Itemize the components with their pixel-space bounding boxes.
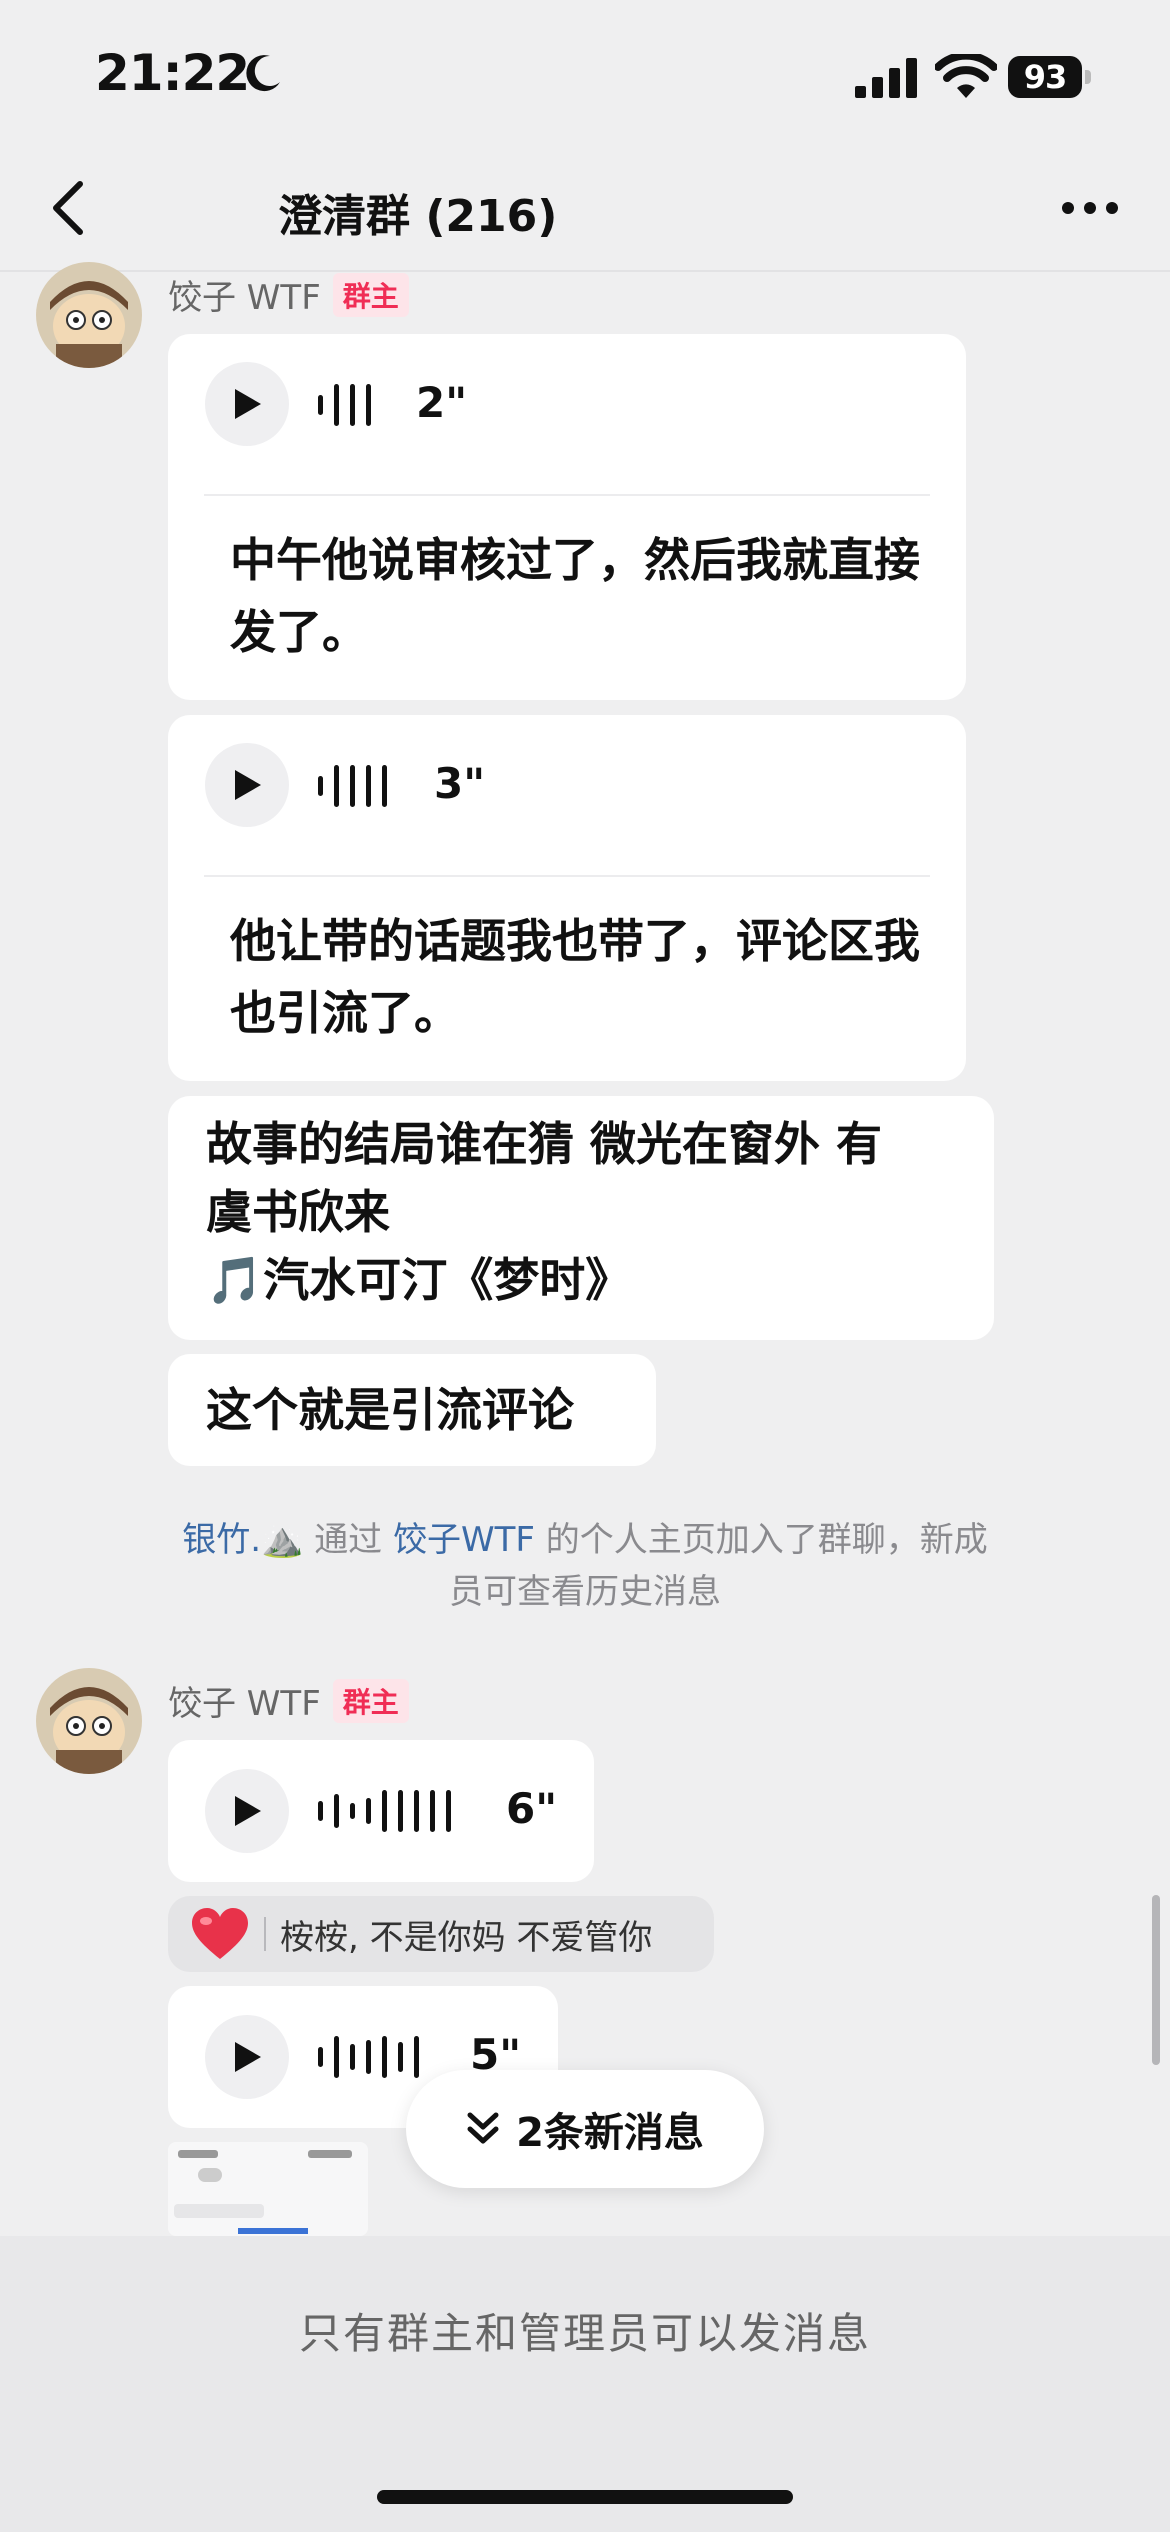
- home-indicator[interactable]: [377, 2490, 793, 2504]
- waveform-icon: [318, 1790, 451, 1832]
- owner-badge: 群主: [332, 1678, 409, 1723]
- play-icon: [235, 389, 261, 419]
- voice-message[interactable]: 6": [168, 1740, 594, 1882]
- voice-duration: 3": [434, 759, 486, 808]
- play-icon: [235, 2042, 261, 2072]
- new-messages-label: 2条新消息: [516, 2110, 704, 2156]
- user-link[interactable]: 银竹.⛰️: [182, 1520, 303, 1560]
- back-arrow-icon[interactable]: [48, 178, 88, 238]
- system-notice: 银竹.⛰️ 通过 饺子WTF 的个人主页加入了群聊，新成 员可查看历史消息: [182, 1520, 988, 1612]
- voice-transcript: 中午他说审核过了，然后我就直接发了。: [230, 533, 920, 659]
- waveform-icon: [318, 384, 371, 426]
- avatar[interactable]: [36, 1668, 142, 1774]
- image-thumbnail[interactable]: [168, 2142, 368, 2236]
- scrollbar[interactable]: [1152, 1895, 1160, 2065]
- avatar-cartoon-icon: [36, 1668, 142, 1774]
- heart-icon: [192, 1908, 248, 1959]
- play-button[interactable]: [205, 1769, 289, 1853]
- cellular-signal-icon: [855, 58, 917, 98]
- message-line: 故事的结局谁在猜 微光在窗外 有: [206, 1117, 883, 1171]
- voice-duration: 6": [506, 1784, 558, 1833]
- send-restriction-notice: 只有群主和管理员可以发消息: [298, 2309, 871, 2358]
- chat-title: 澄清群 (216): [278, 191, 558, 242]
- new-messages-button[interactable]: 2条新消息: [406, 2070, 764, 2188]
- more-options-icon[interactable]: [1060, 200, 1120, 216]
- reaction-text: 桉桉, 不是你妈 不爱管你: [280, 1917, 653, 1958]
- waveform-icon: [318, 765, 387, 807]
- text-message[interactable]: 故事的结局谁在猜 微光在窗外 有 虞书欣来 🎵汽水可汀《梦时》: [168, 1096, 994, 1340]
- owner-badge: 群主: [332, 272, 409, 317]
- battery-indicator: 93: [1008, 56, 1092, 100]
- play-button[interactable]: [205, 362, 289, 446]
- inviter-link[interactable]: 饺子WTF: [393, 1520, 535, 1560]
- message-line: 虞书欣来: [206, 1185, 390, 1239]
- waveform-icon: [318, 2036, 419, 2078]
- play-icon: [235, 770, 261, 800]
- battery-level: 93: [1008, 56, 1082, 98]
- message-line: 🎵汽水可汀《梦时》: [206, 1253, 632, 1307]
- avatar[interactable]: [36, 262, 142, 368]
- play-button[interactable]: [205, 743, 289, 827]
- sender-name: 饺子 WTF: [168, 278, 321, 318]
- avatar-cartoon-icon: [36, 262, 142, 368]
- reaction-bar[interactable]: 桉桉, 不是你妈 不爱管你: [168, 1896, 714, 1972]
- status-time: 21:22: [95, 44, 250, 102]
- voice-duration: 2": [416, 378, 468, 427]
- input-disabled-footer: [0, 2236, 1170, 2532]
- play-button[interactable]: [205, 2015, 289, 2099]
- play-icon: [235, 1796, 261, 1826]
- voice-transcript: 他让带的话题我也带了，评论区我也引流了。: [230, 914, 920, 1040]
- text-message[interactable]: 这个就是引流评论: [168, 1354, 656, 1466]
- double-chevron-down-icon: [467, 2112, 499, 2144]
- sender-name: 饺子 WTF: [168, 1684, 321, 1724]
- message-text: 这个就是引流评论: [206, 1383, 574, 1437]
- voice-message[interactable]: 2" 中午他说审核过了，然后我就直接发了。: [168, 334, 966, 700]
- voice-message[interactable]: 3" 他让带的话题我也带了，评论区我也引流了。: [168, 715, 966, 1081]
- wifi-icon: [935, 54, 997, 98]
- navigation-bar: [0, 150, 1170, 272]
- moon-icon: [246, 55, 280, 92]
